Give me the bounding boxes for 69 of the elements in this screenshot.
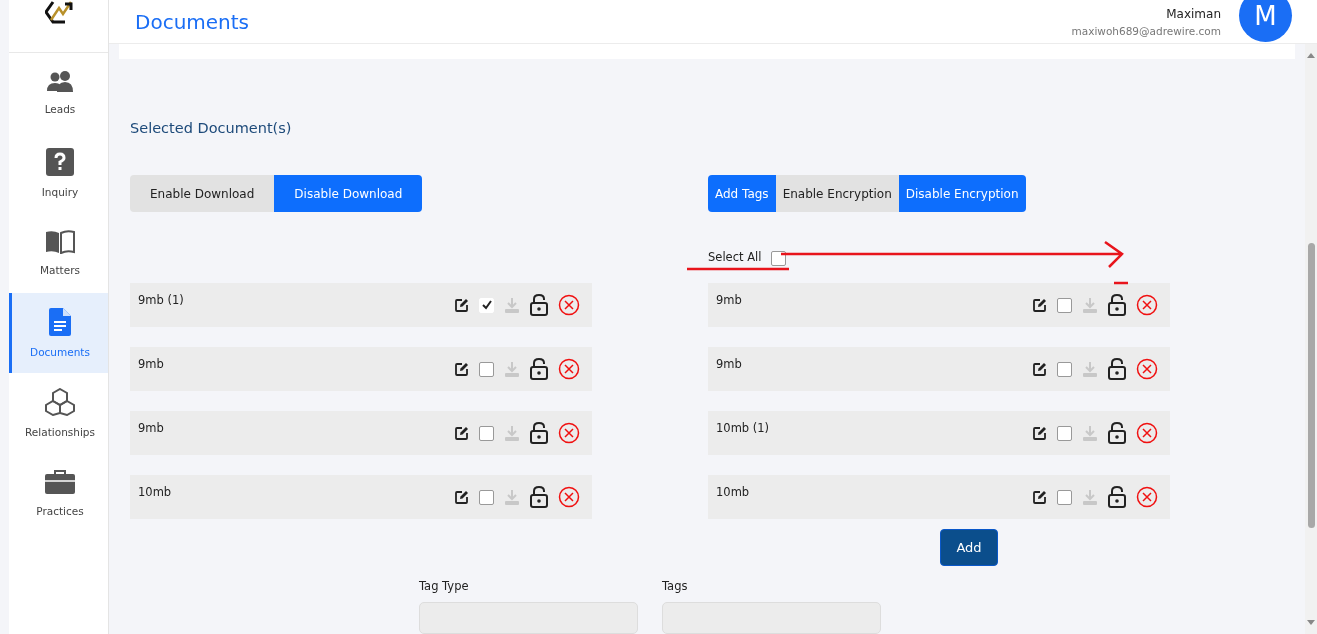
- remove-icon[interactable]: [1136, 358, 1158, 380]
- section-title: Selected Document(s): [130, 120, 293, 136]
- sidebar-item[interactable]: Relationships: [9, 373, 108, 453]
- edit-icon[interactable]: [455, 362, 469, 376]
- edit-icon[interactable]: [1033, 426, 1047, 440]
- unlock-icon[interactable]: [530, 422, 548, 444]
- edit-icon[interactable]: [455, 298, 469, 312]
- unlock-icon[interactable]: [1108, 294, 1126, 316]
- checkbox[interactable]: [1057, 297, 1072, 313]
- checkbox[interactable]: [479, 425, 494, 441]
- document-name: 10mb: [716, 485, 750, 501]
- select-all-checkbox[interactable]: [771, 251, 787, 266]
- document-name: 9mb: [138, 421, 164, 437]
- remove-icon[interactable]: [558, 422, 580, 444]
- select-all-label: Select All: [708, 250, 762, 264]
- edit-icon[interactable]: [1033, 298, 1047, 312]
- document-name: 10mb: [138, 485, 172, 501]
- people-icon: [46, 71, 74, 93]
- scrollbar[interactable]: [1305, 44, 1317, 634]
- document-name: 9mb: [138, 357, 164, 373]
- edit-icon[interactable]: [455, 490, 469, 504]
- unlock-icon[interactable]: [1108, 422, 1126, 444]
- document-name: 10mb (1): [716, 421, 770, 437]
- edit-icon[interactable]: [1033, 490, 1047, 504]
- remove-icon[interactable]: [1136, 486, 1158, 508]
- avatar[interactable]: M: [1239, 0, 1292, 42]
- document-name: 9mb: [716, 357, 742, 373]
- remove-icon[interactable]: [558, 358, 580, 380]
- document-icon: [49, 308, 71, 336]
- checkbox[interactable]: [1057, 425, 1072, 441]
- input-field[interactable]: [662, 602, 881, 634]
- field-label: Tags: [662, 579, 689, 593]
- checkbox[interactable]: [1057, 361, 1072, 377]
- toggle-button[interactable]: Disable Encryption: [898, 175, 1026, 212]
- field-label: Tag Type: [419, 579, 470, 593]
- question-icon: [46, 148, 74, 176]
- remove-icon[interactable]: [1136, 294, 1158, 316]
- user-email: maxiwoh689@adrewire.com: [1071, 24, 1221, 37]
- sidebar-item[interactable]: Inquiry: [9, 133, 108, 213]
- checkbox[interactable]: [479, 489, 494, 505]
- sidebar-item[interactable]: Documents: [9, 293, 108, 373]
- user-name: Maximan: [1166, 6, 1221, 21]
- unlock-icon[interactable]: [530, 358, 548, 380]
- unlock-icon[interactable]: [530, 294, 548, 316]
- annotation-mark: [1114, 281, 1128, 285]
- page-title: Documents: [135, 9, 250, 34]
- remove-icon[interactable]: [558, 294, 580, 316]
- edit-icon[interactable]: [1033, 362, 1047, 376]
- sidebar-item[interactable]: Practices: [9, 453, 108, 533]
- briefcase-icon: [45, 469, 75, 495]
- remove-icon[interactable]: [1136, 422, 1158, 444]
- remove-icon[interactable]: [558, 486, 580, 508]
- unlock-icon[interactable]: [530, 486, 548, 508]
- toggle-button[interactable]: Add Tags: [708, 175, 776, 212]
- sidebar-item[interactable]: Leads: [9, 53, 108, 133]
- edit-icon[interactable]: [455, 426, 469, 440]
- add-button[interactable]: Add: [940, 529, 998, 566]
- toggle-button[interactable]: Enable Download: [130, 175, 275, 212]
- checkbox[interactable]: [1057, 489, 1072, 505]
- unlock-icon[interactable]: [1108, 486, 1126, 508]
- input-field[interactable]: [419, 602, 638, 634]
- unlock-icon[interactable]: [1108, 358, 1126, 380]
- document-name: 9mb: [716, 293, 742, 309]
- toggle-button[interactable]: Enable Encryption: [775, 175, 899, 212]
- toggle-button[interactable]: Disable Download: [274, 175, 423, 212]
- document-name: 9mb (1): [138, 293, 184, 309]
- checkbox[interactable]: [479, 361, 494, 377]
- book-icon: [45, 230, 75, 254]
- sidebar-item[interactable]: Matters: [9, 213, 108, 293]
